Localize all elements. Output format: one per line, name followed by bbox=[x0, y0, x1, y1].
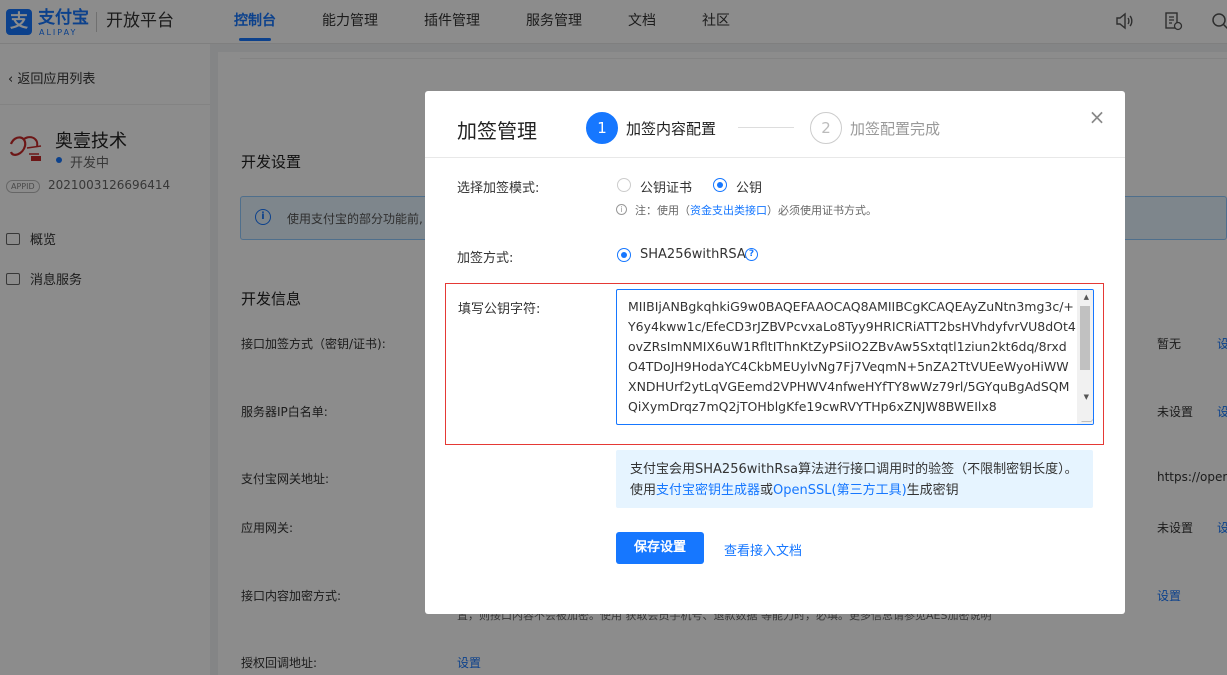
step-2-indicator: 2 bbox=[810, 112, 842, 144]
radio-public-key-cert[interactable] bbox=[617, 178, 631, 192]
view-integration-docs-link[interactable]: 查看接入文档 bbox=[724, 540, 802, 559]
radio-public-key-cert-label[interactable]: 公钥证书 bbox=[640, 177, 692, 196]
note-prefix: 注：使用（ bbox=[635, 204, 690, 217]
sha256withrsa-label[interactable]: SHA256withRSA bbox=[640, 247, 746, 262]
tip-suffix: 生成密钥 bbox=[906, 483, 959, 498]
modal-title: 加签管理 bbox=[457, 119, 537, 143]
openssl-link[interactable]: OpenSSL(第三方工具) bbox=[773, 483, 907, 498]
step-2-label: 加签配置完成 bbox=[850, 120, 941, 138]
public-key-textarea[interactable]: MIIBIjANBgkqhkiG9w0BAQEFAAOCAQ8AMIIBCgKC… bbox=[616, 289, 1094, 425]
sign-method-label: 加签方式: bbox=[457, 251, 514, 266]
key-tip-text: 支付宝会用SHA256withRsa算法进行接口调用时的验签（不限制密钥长度）。… bbox=[630, 459, 1082, 501]
note-suffix: ）必须使用证书方式。 bbox=[767, 204, 877, 217]
close-icon[interactable]: × bbox=[1088, 107, 1106, 127]
radio-public-key-label[interactable]: 公钥 bbox=[736, 177, 762, 196]
modal-header-divider bbox=[425, 157, 1125, 158]
key-generator-link[interactable]: 支付宝密钥生成器 bbox=[656, 483, 760, 498]
key-tip-box: 支付宝会用SHA256withRsa算法进行接口调用时的验签（不限制密钥长度）。… bbox=[616, 450, 1093, 508]
fund-payout-api-link[interactable]: 资金支出类接口 bbox=[690, 204, 767, 217]
info-circle-icon: i bbox=[616, 204, 627, 215]
textarea-scrollbar[interactable]: ▲ ▼ bbox=[1077, 290, 1093, 424]
sign-management-modal: 加签管理 1 加签内容配置 2 加签配置完成 × 选择加签模式: 公钥证书 公钥… bbox=[425, 91, 1125, 614]
radio-sha256withrsa[interactable] bbox=[617, 248, 631, 262]
step-1-label: 加签内容配置 bbox=[626, 120, 717, 138]
save-settings-button[interactable]: 保存设置 bbox=[616, 532, 704, 564]
public-key-highlight-box: 填写公钥字符: MIIBIjANBgkqhkiG9w0BAQEFAAOCAQ8A… bbox=[445, 283, 1104, 445]
help-icon[interactable]: ? bbox=[745, 248, 758, 261]
public-key-value[interactable]: MIIBIjANBgkqhkiG9w0BAQEFAAOCAQ8AMIIBCgKC… bbox=[628, 297, 1076, 417]
sign-mode-note: 注：使用（资金支出类接口）必须使用证书方式。 bbox=[635, 202, 877, 218]
public-key-label: 填写公钥字符: bbox=[458, 302, 541, 317]
step-connector bbox=[738, 127, 794, 128]
step-1-indicator: 1 bbox=[586, 112, 618, 144]
radio-public-key[interactable] bbox=[713, 178, 727, 192]
scroll-up-icon[interactable]: ▲ bbox=[1084, 293, 1089, 301]
sign-mode-label: 选择加签模式: bbox=[457, 181, 540, 196]
scrollbar-thumb[interactable] bbox=[1080, 306, 1090, 370]
tip-mid: 或 bbox=[760, 483, 774, 498]
scroll-down-icon[interactable]: ▼ bbox=[1084, 393, 1089, 401]
